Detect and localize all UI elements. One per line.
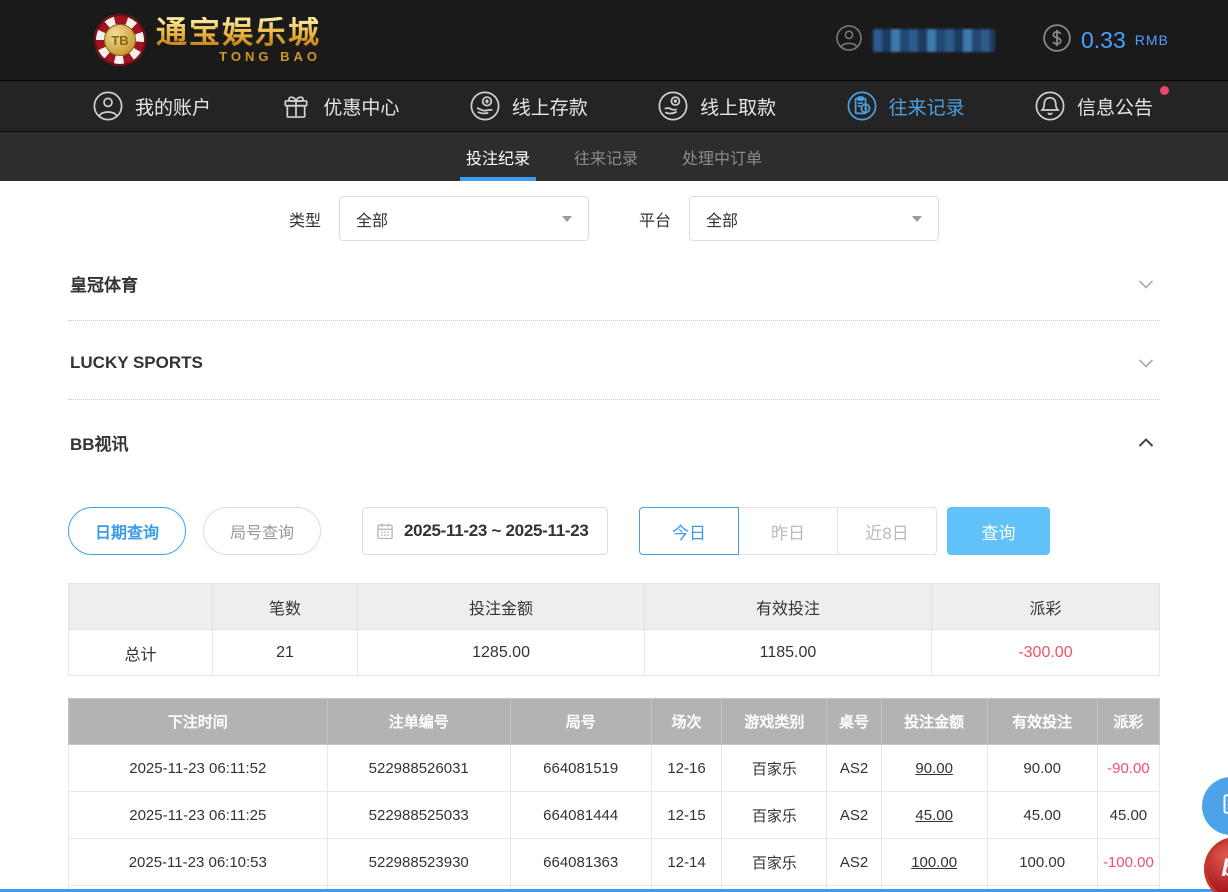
chip-core-label: TB (104, 24, 136, 56)
dollar-coin-icon (1042, 23, 1072, 58)
col-order-id: 注单编号 (327, 699, 510, 745)
table-row: 2025-11-23 06:11:25 522988525033 6640814… (69, 792, 1160, 839)
chevron-down-icon (912, 216, 922, 222)
notification-dot (1160, 86, 1169, 95)
nav-item-promotions[interactable]: 优惠中心 (280, 90, 399, 122)
type-select[interactable]: 全部 (339, 196, 589, 241)
platform-select[interactable]: 全部 (689, 196, 939, 241)
type-filter-label: 类型 (289, 207, 321, 231)
summary-payout: -300.00 (931, 630, 1159, 676)
nav-label: 线上取款 (700, 93, 776, 120)
user-icon (92, 90, 124, 122)
summary-table: 笔数 投注金额 有效投注 派彩 总计 21 1285.00 1185.00 -3… (68, 583, 1160, 676)
col-valid-bet: 有效投注 (987, 699, 1097, 745)
chevron-up-icon (1134, 431, 1158, 455)
table-row: 2025-11-23 06:10:53 522988523930 6640813… (69, 839, 1160, 886)
tab-pending-orders[interactable]: 处理中订单 (682, 132, 762, 181)
site-subtitle: TONG BAO (219, 50, 321, 63)
nav-label: 往来记录 (889, 93, 965, 120)
top-header: TB 通宝娱乐城 TONG BAO 0.33 RMB (0, 0, 1228, 80)
provider-sections: 皇冠体育 LUCKY SPORTS BB视讯 (68, 241, 1160, 479)
summary-header-empty (69, 584, 213, 630)
bb-logo: bb (1221, 855, 1228, 883)
date-range-input[interactable]: 2025-11-23 ~ 2025-11-23 (362, 507, 608, 555)
col-bet-time: 下注时间 (69, 699, 328, 745)
balance[interactable]: 0.33 RMB (1042, 0, 1169, 80)
platform-filter-label: 平台 (639, 207, 671, 231)
col-session: 场次 (651, 699, 722, 745)
poker-chip-icon: TB (94, 14, 146, 66)
chevron-down-icon (1134, 272, 1158, 296)
bet-amount-link[interactable]: 45.00 (881, 792, 987, 839)
type-select-value: 全部 (356, 207, 388, 231)
section-lucky-sports[interactable]: LUCKY SPORTS (68, 321, 1160, 400)
summary-bet-amount: 1285.00 (358, 630, 645, 676)
bet-amount-link[interactable]: 100.00 (881, 839, 987, 886)
search-button[interactable]: 查询 (947, 507, 1050, 555)
bb-fab-button[interactable]: bb (1204, 837, 1228, 892)
balance-amount: 0.33 (1081, 27, 1126, 54)
service-fab-button[interactable] (1202, 777, 1228, 835)
bell-icon (1034, 90, 1066, 122)
deposit-icon (469, 90, 501, 122)
chevron-down-icon (1134, 351, 1158, 375)
nav-item-deposit[interactable]: 线上存款 (469, 90, 588, 122)
table-header-row: 下注时间 注单编号 局号 场次 游戏类别 桌号 投注金额 有效投注 派彩 (69, 699, 1160, 745)
sub-tab-bar: 投注纪录 往来记录 处理中订单 (0, 132, 1228, 181)
col-payout: 派彩 (1097, 699, 1159, 745)
yesterday-button[interactable]: 昨日 (738, 507, 838, 555)
nav-label: 信息公告 (1077, 93, 1153, 120)
col-game-type: 游戏类别 (722, 699, 827, 745)
summary-count: 21 (213, 630, 358, 676)
nav-item-records[interactable]: 往来记录 (846, 90, 965, 122)
calendar-icon (375, 521, 395, 541)
nav-label: 我的账户 (135, 93, 211, 120)
col-table-no: 桌号 (827, 699, 882, 745)
nav-label: 线上存款 (512, 93, 588, 120)
today-button[interactable]: 今日 (639, 507, 739, 555)
filter-row: 类型 全部 平台 全部 (0, 196, 1228, 241)
main-nav: 我的账户 优惠中心 线上存款 (0, 80, 1228, 132)
summary-header-bet: 投注金额 (358, 584, 645, 630)
bet-amount-link[interactable]: 90.00 (881, 745, 987, 792)
platform-select-value: 全部 (706, 207, 738, 231)
chevron-down-icon (562, 216, 572, 222)
summary-total-row: 总计 21 1285.00 1185.00 -300.00 (69, 630, 1160, 676)
summary-header-row: 笔数 投注金额 有效投注 派彩 (69, 584, 1160, 630)
nav-label: 优惠中心 (323, 93, 399, 120)
summary-header-count: 笔数 (213, 584, 358, 630)
col-bet-amount: 投注金额 (881, 699, 987, 745)
bet-records-table: 下注时间 注单编号 局号 场次 游戏类别 桌号 投注金额 有效投注 派彩 202… (68, 698, 1160, 892)
round-query-button[interactable]: 局号查询 (203, 507, 321, 555)
section-bb-live[interactable]: BB视讯 (68, 400, 1160, 479)
tab-transaction-records[interactable]: 往来记录 (574, 132, 638, 181)
user-avatar-icon (835, 24, 863, 57)
nav-item-withdraw[interactable]: 线上取款 (657, 90, 776, 122)
query-controls: 日期查询 局号查询 2025-11-23 ~ 2025-11-23 今日 昨日 … (68, 507, 1160, 555)
summary-total-label: 总计 (69, 630, 213, 676)
summary-header-valid: 有效投注 (645, 584, 932, 630)
col-round-id: 局号 (510, 699, 651, 745)
nav-item-my-account[interactable]: 我的账户 (92, 90, 211, 122)
site-logo[interactable]: TB 通宝娱乐城 TONG BAO (94, 14, 321, 66)
document-icon (1218, 791, 1228, 822)
summary-valid-bet: 1185.00 (645, 630, 932, 676)
records-icon (846, 90, 878, 122)
date-query-button[interactable]: 日期查询 (68, 507, 186, 555)
balance-currency: RMB (1135, 32, 1169, 48)
user-info[interactable] (835, 0, 995, 80)
username-redacted (873, 29, 995, 52)
gift-icon (280, 90, 312, 122)
summary-header-payout: 派彩 (931, 584, 1159, 630)
tab-bet-records[interactable]: 投注纪录 (466, 132, 530, 181)
withdraw-icon (657, 90, 689, 122)
table-row: 2025-11-23 06:11:52 522988526031 6640815… (69, 745, 1160, 792)
nav-item-announcements[interactable]: 信息公告 (1034, 90, 1153, 122)
site-title: 通宝娱乐城 (156, 17, 321, 48)
section-crown-sports[interactable]: 皇冠体育 (68, 241, 1160, 321)
date-range-value: 2025-11-23 ~ 2025-11-23 (404, 521, 589, 541)
quick-date-group: 今日 昨日 近8日 (639, 507, 937, 555)
last-8-days-button[interactable]: 近8日 (837, 507, 937, 555)
